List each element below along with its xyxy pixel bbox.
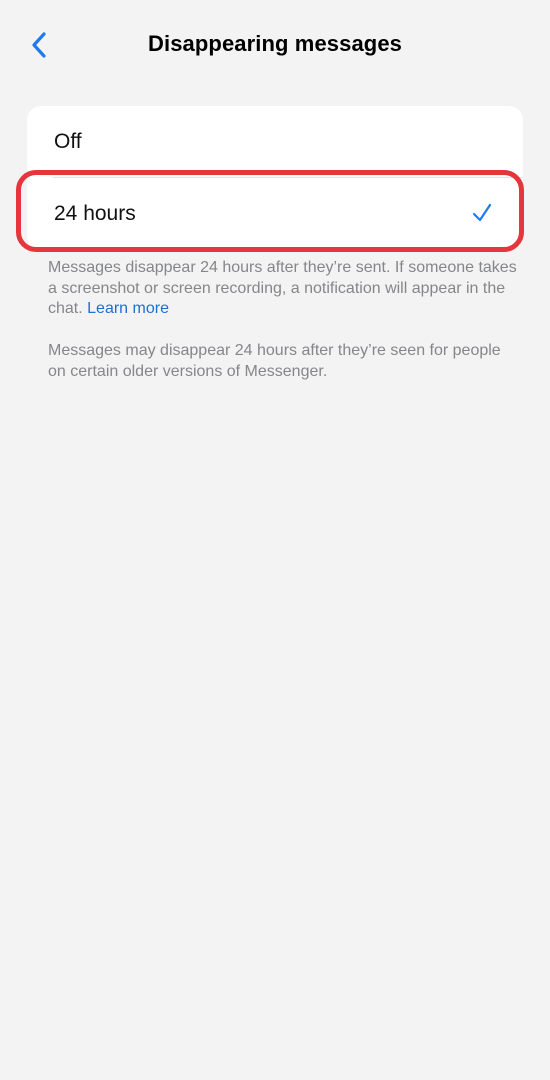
- description-text: Messages disappear 24 hours after they’r…: [48, 258, 518, 320]
- options-card: Off 24 hours: [27, 106, 523, 250]
- option-off[interactable]: Off: [27, 106, 523, 178]
- learn-more-link[interactable]: Learn more: [87, 300, 169, 317]
- navigation-bar: Disappearing messages: [0, 0, 550, 90]
- option-24-hours[interactable]: 24 hours: [27, 178, 523, 250]
- option-label-24-hours: 24 hours: [54, 202, 136, 225]
- older-versions-note: Messages may disappear 24 hours after th…: [48, 342, 501, 380]
- checkmark-icon: [472, 203, 492, 222]
- option-label-off: Off: [54, 130, 82, 153]
- page-title: Disappearing messages: [148, 31, 402, 56]
